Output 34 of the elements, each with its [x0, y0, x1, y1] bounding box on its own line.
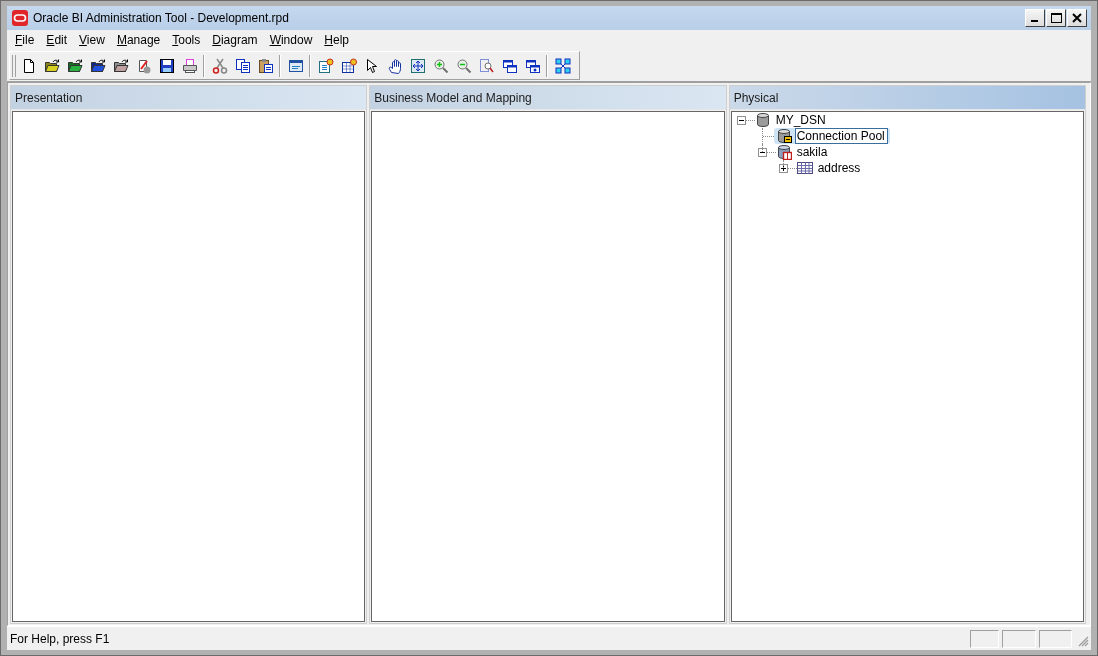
menu-item[interactable]: Help: [318, 31, 355, 49]
database-icon: [754, 112, 771, 128]
tree-item[interactable]: sakila: [775, 144, 831, 160]
plus-box-icon[interactable]: [778, 163, 788, 173]
menu-item[interactable]: Edit: [40, 31, 74, 49]
menu-item[interactable]: Tools: [166, 31, 207, 49]
window-title: Oracle BI Administration Tool - Development.rpd: [33, 11, 290, 25]
tree-item[interactable]: MY_DSN: [754, 112, 829, 128]
table-icon: [796, 160, 813, 176]
database-tag-icon: [775, 128, 792, 144]
pane-header: Physical: [729, 86, 1085, 110]
menu-item[interactable]: Manage: [110, 31, 167, 49]
close-icon[interactable]: [1072, 13, 1082, 23]
status-text: For Help, press F1: [10, 631, 111, 646]
pane-header: Business Model and Mapping: [370, 86, 726, 110]
status-panel: [1039, 629, 1072, 648]
close-button[interactable]: [1067, 9, 1087, 27]
status-panel: [970, 629, 999, 648]
pane-header: Presentation: [11, 86, 367, 110]
minus-box-icon[interactable]: [736, 115, 746, 125]
menu-item[interactable]: View: [73, 31, 111, 49]
resize-grip-icon[interactable]: [1077, 635, 1089, 647]
maximize-button[interactable]: [1046, 9, 1066, 27]
menu-item[interactable]: File: [9, 31, 41, 49]
maximize-icon[interactable]: [1050, 13, 1062, 23]
menu-item[interactable]: Diagram: [206, 31, 264, 49]
database-book-icon: [775, 144, 792, 160]
menu-item[interactable]: Window: [263, 31, 319, 49]
minimize-button[interactable]: [1025, 9, 1045, 27]
logo-icon: [12, 10, 28, 26]
tree-item[interactable]: address: [796, 160, 864, 176]
status-panel: [1002, 629, 1036, 648]
minus-box-icon[interactable]: [757, 147, 767, 157]
tree-item[interactable]: Connection Pool: [773, 128, 890, 144]
